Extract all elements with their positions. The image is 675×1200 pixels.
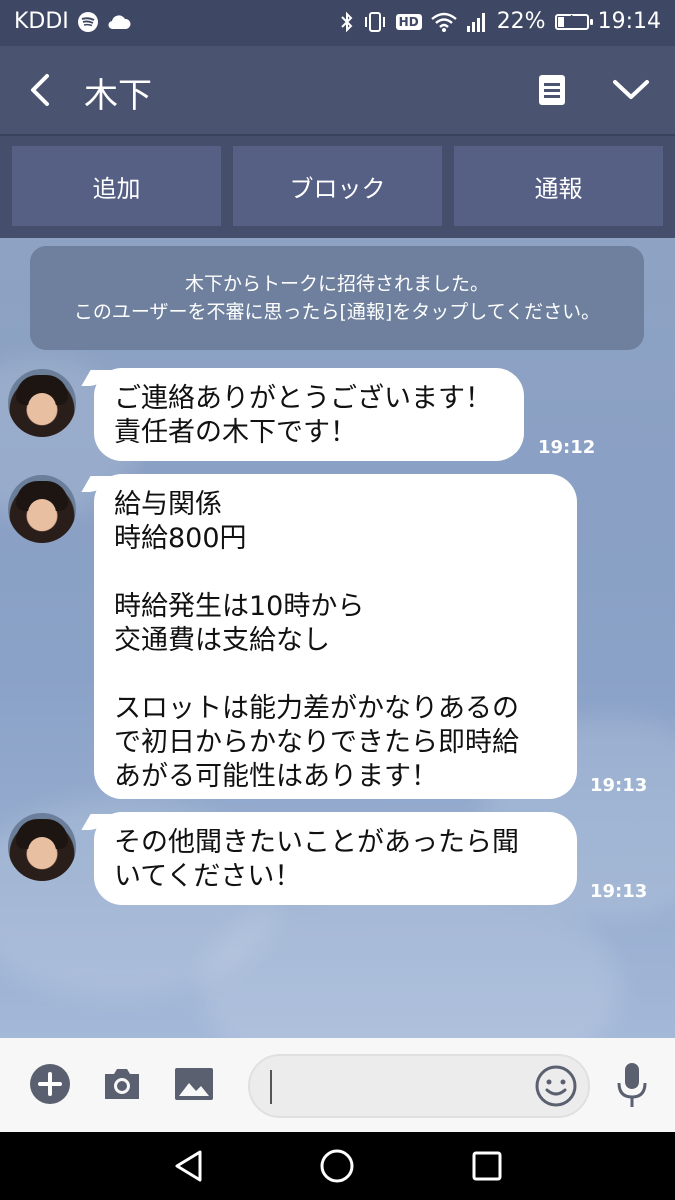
spotify-icon (77, 11, 99, 33)
note-button[interactable] (528, 66, 576, 114)
vibrate-icon (363, 11, 387, 33)
report-button[interactable]: 通報 (454, 146, 663, 226)
sender-avatar[interactable] (8, 369, 76, 437)
circle-home-icon (320, 1149, 354, 1183)
hd-badge: HD (395, 13, 422, 30)
chat-header: 木下 (0, 46, 675, 136)
battery-icon: + (554, 12, 593, 30)
message-text: ご連絡ありがとうございます！ 責任者の木下です！ (114, 383, 492, 448)
message-time: 19:12 (538, 437, 596, 458)
block-button[interactable]: ブロック (233, 146, 442, 226)
message-time: 19:13 (590, 881, 648, 902)
square-recents-icon (472, 1151, 502, 1181)
message-bubble[interactable]: その他聞きたいことがあったら聞 いてください！ (94, 812, 577, 905)
message-bubble[interactable]: ご連絡ありがとうございます！ 責任者の木下です！ (94, 368, 524, 461)
invite-notice-line1: 木下からトークに招待されました。 (184, 272, 489, 295)
plus-icon (30, 1064, 70, 1104)
message-input-container[interactable] (248, 1054, 590, 1118)
image-button[interactable] (172, 1062, 216, 1106)
bluetooth-icon (340, 11, 354, 33)
nav-home-button[interactable] (317, 1146, 357, 1186)
chevron-left-icon (31, 74, 49, 106)
message-text: 給与関係 時給800円 時給発生は10時から 交通費は支給なし スロットは能力差… (114, 489, 519, 792)
camera-icon (105, 1069, 139, 1099)
message-text: その他聞きたいことがあったら聞 いてください！ (114, 827, 519, 892)
camera-button[interactable] (100, 1062, 144, 1106)
plus-button[interactable] (28, 1062, 72, 1106)
invite-notice-line2: このユーザーを不審に思ったら[通報]をタップしてください。 (73, 301, 601, 323)
message-bubble[interactable]: 給与関係 時給800円 時給発生は10時から 交通費は支給なし スロットは能力差… (94, 474, 577, 799)
sender-avatar[interactable] (8, 475, 76, 543)
image-icon (175, 1068, 213, 1100)
status-bar: KDDI HD 22% + 19:14 (0, 0, 675, 46)
nav-back-button[interactable] (168, 1146, 208, 1186)
note-icon (539, 75, 565, 105)
system-nav-bar (0, 1132, 675, 1200)
add-friend-button[interactable]: 追加 (12, 146, 221, 226)
battery-percent: 22% (496, 9, 546, 34)
carrier-label: KDDI (14, 9, 69, 34)
back-button[interactable] (18, 66, 62, 114)
message-time: 19:13 (590, 775, 648, 796)
chevron-down-icon (613, 80, 649, 99)
signal-icon (466, 12, 488, 32)
nav-recents-button[interactable] (467, 1146, 507, 1186)
microphone-icon (617, 1063, 647, 1107)
message-input[interactable] (272, 1068, 526, 1106)
clock: 19:14 (597, 9, 661, 34)
triangle-back-icon (175, 1150, 202, 1182)
sender-avatar[interactable] (8, 813, 76, 881)
chat-area[interactable]: 木下からトークに招待されました。 このユーザーを不審に思ったら[通報]をタップし… (0, 238, 675, 1038)
invite-notice: 木下からトークに招待されました。 このユーザーを不審に思ったら[通報]をタップし… (30, 246, 644, 350)
chat-title: 木下 (84, 76, 152, 116)
expand-menu-button[interactable] (606, 66, 656, 114)
message-input-bar (0, 1038, 675, 1132)
action-bar: 追加 ブロック 通報 (0, 136, 675, 238)
emoji-icon[interactable] (534, 1064, 578, 1108)
cloud-icon (107, 14, 131, 30)
voice-button[interactable] (610, 1060, 654, 1110)
wifi-icon (430, 12, 457, 32)
